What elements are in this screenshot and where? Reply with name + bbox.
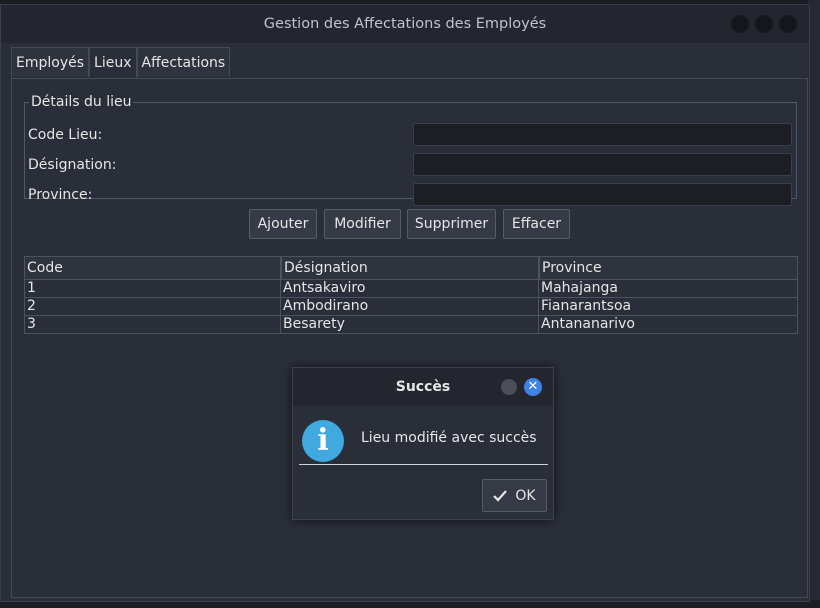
dialog-title-bar[interactable]: Succès ✕ [293, 368, 553, 406]
code-lieu-input[interactable] [413, 123, 792, 146]
ok-label: OK [515, 487, 536, 504]
details-groupbox: Détails du lieu Code Lieu: Désignation: … [24, 94, 797, 206]
dialog-close-button[interactable]: ✕ [524, 378, 542, 396]
tab-employes[interactable]: Employés [11, 47, 90, 77]
cell-designation: Antsakaviro [281, 280, 539, 298]
tab-lieux[interactable]: Lieux [89, 47, 137, 77]
window-title: Gestion des Affectations des Employés [263, 16, 547, 32]
cell-province: Fianarantsoa [539, 298, 798, 316]
lieux-table: Code Désignation Province 1 Antsakaviro … [24, 256, 798, 334]
info-icon: i [302, 420, 344, 462]
table-row[interactable]: 2 Ambodirano Fianarantsoa [24, 298, 798, 316]
tab-panel-lieux: Détails du lieu Code Lieu: Désignation: … [11, 78, 808, 598]
delete-button[interactable]: Supprimer [407, 209, 496, 239]
cell-code: 1 [24, 280, 281, 298]
cell-province: Antananarivo [539, 316, 798, 334]
dialog-minimize-button[interactable] [501, 379, 517, 395]
table-row[interactable]: 1 Antsakaviro Mahajanga [24, 280, 798, 298]
table-header: Code Désignation Province [24, 256, 798, 280]
minimize-button[interactable] [731, 15, 749, 33]
close-button[interactable] [779, 15, 797, 33]
province-input[interactable] [413, 183, 792, 206]
dialog-message: Lieu modifié avec succès [361, 430, 537, 446]
code-lieu-label: Code Lieu: [28, 127, 103, 143]
check-icon [493, 489, 508, 502]
designation-input[interactable] [413, 153, 792, 176]
cell-code: 3 [24, 316, 281, 334]
dialog-title: Succès [395, 379, 451, 395]
table-row[interactable]: 3 Besarety Antananarivo [24, 316, 798, 334]
maximize-button[interactable] [755, 15, 773, 33]
tab-affectations[interactable]: Affectations [136, 47, 231, 77]
cell-designation: Ambodirano [281, 298, 539, 316]
designation-label: Désignation: [28, 157, 117, 173]
column-header-province[interactable]: Province [539, 256, 798, 280]
cell-province: Mahajanga [539, 280, 798, 298]
success-dialog: Succès ✕ i Lieu modifié avec succès OK [292, 367, 554, 520]
add-button[interactable]: Ajouter [249, 209, 317, 239]
close-icon: ✕ [527, 379, 539, 394]
window-controls [731, 15, 797, 33]
clear-button[interactable]: Effacer [503, 209, 570, 239]
column-header-code[interactable]: Code [24, 256, 281, 280]
cell-code: 2 [24, 298, 281, 316]
ok-button[interactable]: OK [482, 479, 547, 512]
tab-bar: Employés Lieux Affectations [11, 47, 231, 77]
details-legend: Détails du lieu [31, 94, 132, 110]
title-bar[interactable]: Gestion des Affectations des Employés [1, 5, 809, 43]
province-label: Province: [28, 187, 93, 203]
modify-button[interactable]: Modifier [324, 209, 401, 239]
dialog-separator [299, 464, 548, 465]
column-header-designation[interactable]: Désignation [281, 256, 539, 280]
cell-designation: Besarety [281, 316, 539, 334]
